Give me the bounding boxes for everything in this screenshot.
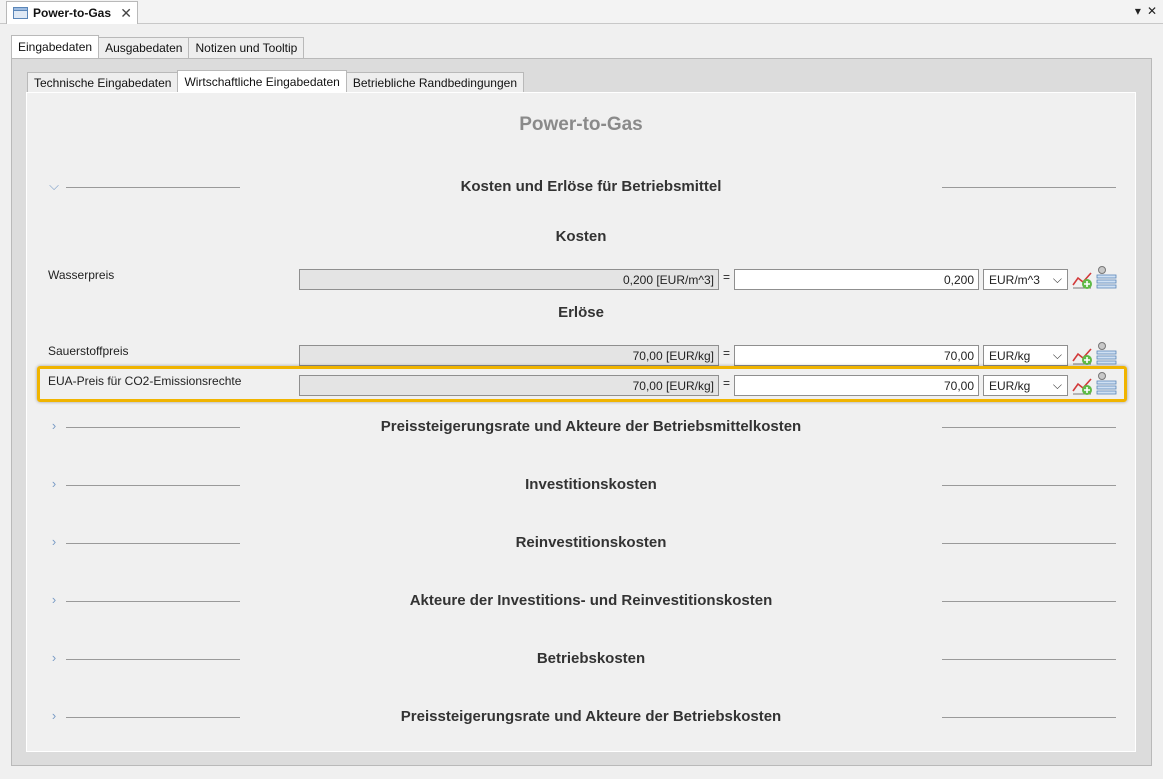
highlight-frame	[37, 366, 1127, 402]
add-timeseries-icon[interactable]	[1071, 268, 1095, 290]
add-timeseries-icon[interactable]	[1071, 344, 1095, 366]
list-settings-icon[interactable]	[1094, 341, 1118, 365]
document-tabbar: Power-to-Gas ✕ ▾ ✕	[0, 0, 1163, 24]
section-title: Preissteigerungsrate und Akteure der Bet…	[400, 708, 782, 725]
unit-select[interactable]: EUR/m^3 ⌵	[983, 269, 1068, 290]
window-icon	[13, 7, 28, 19]
computed-value: 0,200 [EUR/m^3]	[299, 269, 719, 290]
section-title: Reinvestitionskosten	[515, 534, 667, 551]
computed-value: 70,00 [EUR/kg]	[299, 345, 719, 366]
section-kosten-und-erloese[interactable]: ⌵ Kosten und Erlöse für Betriebsmittel	[44, 178, 1116, 200]
subheading-kosten: Kosten	[555, 228, 607, 245]
divider	[66, 187, 240, 188]
inner-tabs: Technische Eingabedaten Wirtschaftliche …	[27, 70, 524, 92]
divider	[942, 485, 1116, 486]
divider	[66, 485, 240, 486]
tab-eingabedaten[interactable]: Eingabedaten	[11, 35, 100, 58]
section-betriebskosten[interactable]: › Betriebskosten	[44, 650, 1116, 672]
divider	[942, 427, 1116, 428]
close-icon[interactable]: ✕	[120, 6, 132, 20]
section-title: Betriebskosten	[536, 650, 646, 667]
outer-tabs: Eingabedaten Ausgabedaten Notizen und To…	[11, 35, 305, 58]
subheading-erloese: Erlöse	[558, 304, 604, 321]
chevron-right-icon[interactable]: ›	[47, 476, 61, 491]
chevron-down-icon: ⌵	[1052, 348, 1062, 362]
window-close-icon[interactable]: ✕	[1147, 4, 1157, 18]
divider	[66, 717, 240, 718]
divider	[66, 659, 240, 660]
section-title: Investitionskosten	[525, 476, 657, 493]
divider	[942, 659, 1116, 660]
list-settings-icon[interactable]	[1094, 265, 1118, 289]
value-input[interactable]: 0,200	[734, 269, 979, 290]
section-preissteigerung-betriebskosten[interactable]: › Preissteigerungsrate und Akteure der B…	[44, 708, 1116, 730]
section-reinvestitionskosten[interactable]: › Reinvestitionskosten	[44, 534, 1116, 556]
chevron-right-icon[interactable]: ›	[47, 650, 61, 665]
section-akteure-investition[interactable]: › Akteure der Investitions- und Reinvest…	[44, 592, 1116, 614]
document-tab-title: Power-to-Gas	[33, 6, 112, 20]
section-title: Kosten und Erlöse für Betriebsmittel	[460, 178, 722, 195]
divider	[66, 543, 240, 544]
tab-ausgabedaten[interactable]: Ausgabedaten	[98, 37, 190, 58]
tab-wirtschaftliche-eingabedaten[interactable]: Wirtschaftliche Eingabedaten	[177, 70, 347, 92]
value-input[interactable]: 70,00	[734, 345, 979, 366]
chevron-right-icon[interactable]: ›	[47, 592, 61, 607]
page-title: Power-to-Gas	[519, 114, 643, 135]
unit-selected: EUR/kg	[989, 349, 1031, 363]
field-label: Wasserpreis	[48, 268, 115, 282]
tab-notizen-und-tooltip[interactable]: Notizen und Tooltip	[188, 37, 305, 58]
unit-selected: EUR/m^3	[989, 273, 1040, 287]
tab-technische-eingabedaten[interactable]: Technische Eingabedaten	[27, 72, 179, 92]
unit-select[interactable]: EUR/kg ⌵	[983, 345, 1068, 366]
chevron-right-icon[interactable]: ›	[47, 418, 61, 433]
chevron-down-icon: ⌵	[1052, 272, 1062, 286]
divider	[942, 543, 1116, 544]
divider	[942, 187, 1116, 188]
chevron-down-icon[interactable]: ⌵	[47, 178, 61, 194]
document-tab-power-to-gas[interactable]: Power-to-Gas ✕	[6, 1, 138, 24]
window-controls: ▾ ✕	[1135, 4, 1157, 18]
chevron-right-icon[interactable]: ›	[47, 708, 61, 723]
view-menu-icon[interactable]: ▾	[1135, 4, 1141, 18]
section-title: Akteure der Investitions- und Reinvestit…	[409, 592, 773, 609]
row-wasserpreis: Wasserpreis 0,200 [EUR/m^3] = 0,200 EUR/…	[36, 265, 1126, 297]
equals-sign: =	[723, 346, 731, 360]
divider	[66, 601, 240, 602]
divider	[942, 717, 1116, 718]
section-title: Preissteigerungsrate und Akteure der Bet…	[380, 418, 802, 435]
section-preissteigerung-betriebsmittel[interactable]: › Preissteigerungsrate und Akteure der B…	[44, 418, 1116, 440]
divider	[942, 601, 1116, 602]
divider	[66, 427, 240, 428]
chevron-right-icon[interactable]: ›	[47, 534, 61, 549]
field-label: Sauerstoffpreis	[48, 344, 129, 358]
section-investitionskosten[interactable]: › Investitionskosten	[44, 476, 1116, 498]
tab-betriebliche-randbedingungen[interactable]: Betriebliche Randbedingungen	[345, 72, 524, 92]
equals-sign: =	[723, 270, 731, 284]
